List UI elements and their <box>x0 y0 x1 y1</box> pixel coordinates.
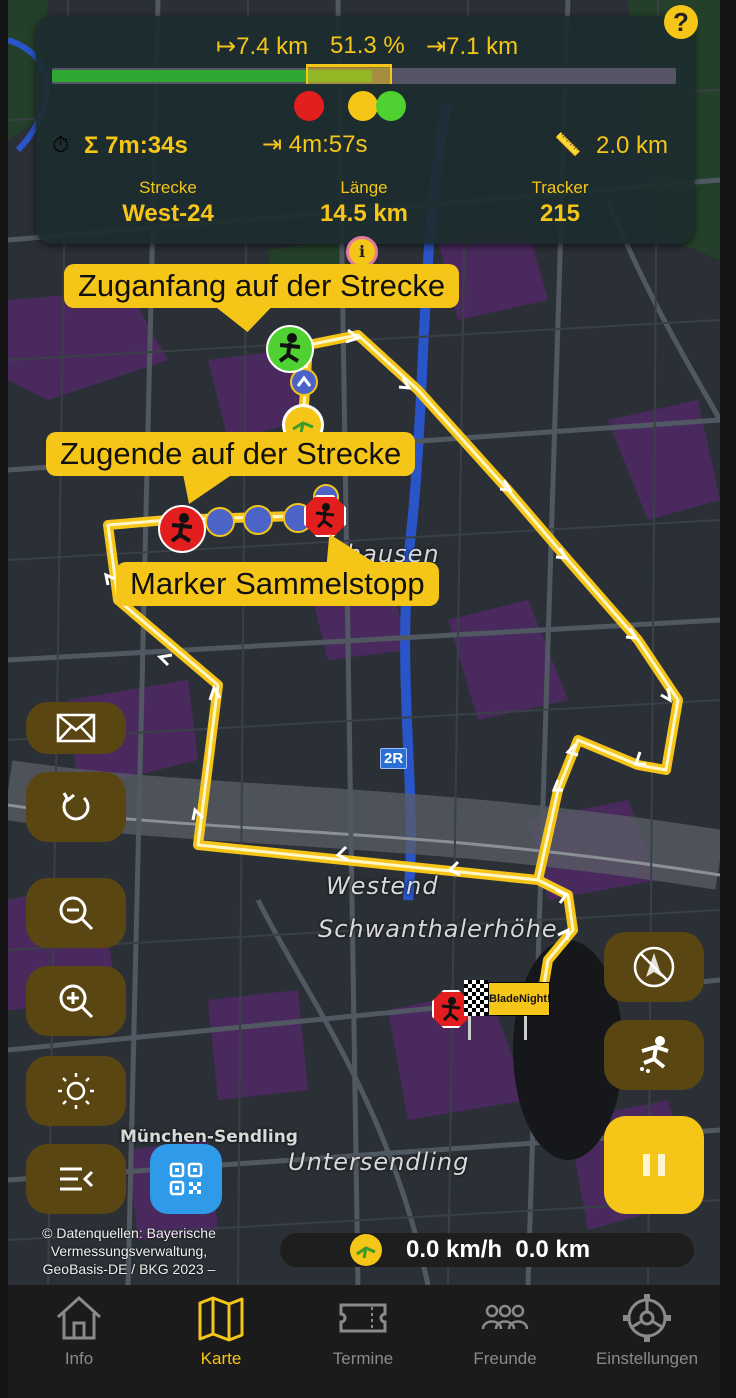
sun-icon <box>58 1073 94 1109</box>
tail-mini-icon <box>294 91 324 121</box>
follow-me-button[interactable] <box>604 1020 704 1090</box>
pause-icon <box>643 1154 665 1176</box>
checkered-flag <box>464 980 488 1016</box>
tab-bar: Info Karte Termine Freunde Einstellungen <box>8 1285 720 1398</box>
help-button[interactable]: ? <box>664 5 698 39</box>
place-label-westend: Westend <box>326 872 439 900</box>
refresh-button[interactable] <box>26 772 126 842</box>
tab-einstellungen-label: Einstellungen <box>595 1349 699 1368</box>
train-length: 2.0 km <box>596 132 669 159</box>
route-value: West-24 <box>122 200 214 227</box>
message-button[interactable] <box>26 702 126 754</box>
tracker-value: 215 <box>539 200 581 227</box>
finish-sign: BladeNight! <box>464 980 551 1040</box>
zoom-out-icon <box>59 896 94 931</box>
tab-info-label: Info <box>64 1349 94 1368</box>
callout-train-head: Zuganfang auf der Strecke <box>64 264 460 308</box>
zoom-out-button[interactable] <box>26 878 126 948</box>
stop-skater-icon <box>441 997 461 1022</box>
own-skater-icon <box>350 1234 382 1266</box>
place-label-schwanthalerhoehe: Schwanthalerhöhe <box>318 915 558 943</box>
tracker-label: Tracker <box>531 178 589 197</box>
train-head-marker[interactable] <box>266 325 314 373</box>
place-label-untersendling: Untersendling <box>288 1148 470 1176</box>
map-icon <box>198 1296 244 1342</box>
length-value: 14.5 km <box>319 200 409 227</box>
length-label: Länge <box>340 178 388 197</box>
compass-button[interactable] <box>604 932 704 1002</box>
zoom-in-button[interactable] <box>26 966 126 1036</box>
progress-bar <box>52 64 676 84</box>
qr-code-icon <box>169 1162 203 1196</box>
zoom-in-icon <box>59 984 94 1019</box>
route-label: Strecke <box>139 178 197 197</box>
progress-percent: 51.3 % <box>330 32 405 59</box>
skater-icon <box>278 333 301 363</box>
eta-time: ⇥ 4m:57s <box>262 131 368 158</box>
train-tail-marker[interactable] <box>158 505 206 553</box>
gear-icon <box>623 1294 671 1342</box>
total-time: Σ 7m:34s <box>84 132 188 159</box>
callout-collection-stop: Marker Sammelstopp <box>116 562 439 606</box>
skater-icon <box>170 513 193 543</box>
callout-train-tail: Zugende auf der Strecke <box>46 432 416 476</box>
finish-sign-label: BladeNight! <box>488 982 551 1016</box>
speed-distance-text: 0.0 km/h 0.0 km <box>406 1236 591 1263</box>
ticket-icon <box>339 1303 387 1333</box>
tab-freunde-label: Freunde <box>473 1349 537 1368</box>
speed-bar: 0.0 km/h 0.0 km <box>280 1233 694 1267</box>
head-distance: ↦7.4 km <box>216 33 309 60</box>
envelope-icon <box>56 713 96 743</box>
pause-tracking-button[interactable] <box>604 1116 704 1214</box>
train-status-panel[interactable]: ↦7.4 km 51.3 % ⇥7.1 km ⏱ Σ 7m:34s ⇥ 4m:5… <box>36 16 694 244</box>
own-mini-icon <box>348 91 378 121</box>
tab-karte-label: Karte <box>200 1349 242 1368</box>
map-attribution[interactable]: © Datenquellen: Bayerische Vermessungsve… <box>24 1224 234 1278</box>
compass-north-icon <box>633 946 675 988</box>
refresh-icon <box>62 792 90 821</box>
stopwatch-icon: ⏱ <box>52 132 70 157</box>
tab-termine-label: Termine <box>332 1349 394 1368</box>
road-shield: 2R <box>380 748 408 769</box>
brightness-button[interactable] <box>26 1056 126 1126</box>
friends-icon <box>481 1304 529 1330</box>
stop-skater-icon <box>315 503 335 529</box>
train-segment-indicator <box>306 64 392 84</box>
home-icon <box>56 1295 102 1340</box>
list-collapse-icon <box>60 1167 94 1191</box>
tail-distance: ⇥7.1 km <box>426 33 519 60</box>
ruler-icon: 📏 <box>554 132 582 157</box>
skater-icon <box>640 1036 669 1073</box>
qr-code-button[interactable] <box>150 1144 222 1214</box>
head-mini-icon <box>376 91 406 121</box>
list-collapse-button[interactable] <box>26 1144 126 1214</box>
